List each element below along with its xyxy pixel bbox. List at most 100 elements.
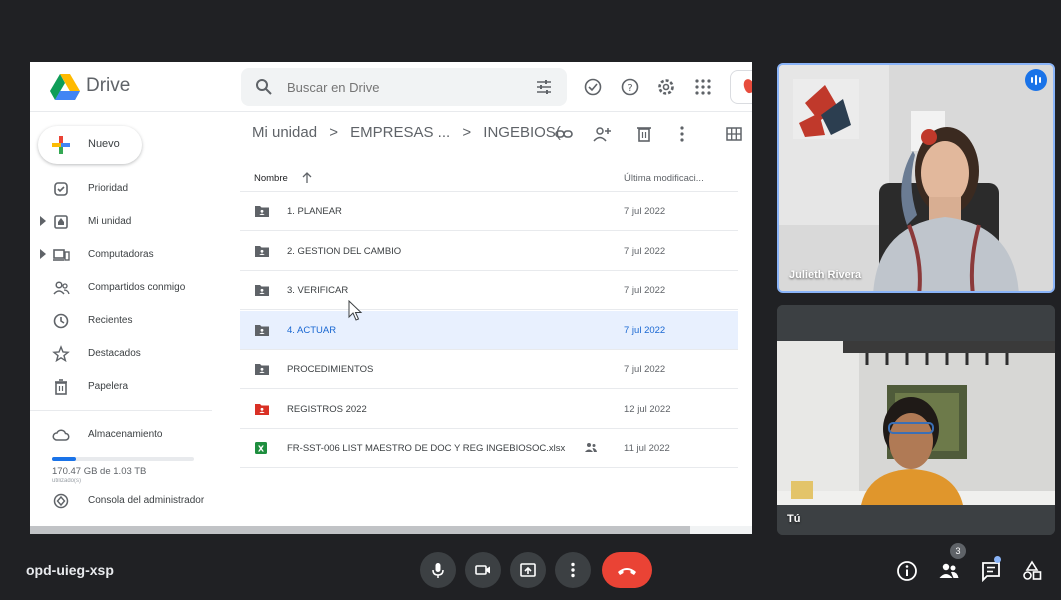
participant-tile-speaking[interactable]: Julieth Rivera [777,63,1055,293]
svg-text:?: ? [627,83,632,94]
column-name-header[interactable]: Nombre [254,173,288,184]
settings-gear-icon[interactable] [656,77,676,97]
horizontal-scrollbar[interactable] [30,526,752,534]
more-vertical-icon[interactable] [672,124,692,144]
mouse-cursor-icon [348,300,363,321]
new-button[interactable]: Nuevo [38,126,142,164]
shared-people-icon [585,443,597,452]
meet-window: Drive Buscar en Drive ? Nuevo Prioridad … [0,0,1061,600]
computer-icon [53,249,70,261]
breadcrumb-separator: > [462,124,472,141]
storage-progress-bar [52,457,194,461]
shared-folder-icon [255,245,269,257]
microphone-button[interactable] [420,552,456,588]
camera-button[interactable] [465,552,501,588]
expand-arrow-icon[interactable] [40,216,46,226]
nav-label: Prioridad [88,183,129,194]
storage-used-subtext: utilizado(s) [52,478,82,484]
nav-item-papelera[interactable]: Papelera [30,372,230,402]
meeting-info-icon[interactable] [896,560,918,582]
self-video [777,305,1055,535]
file-row[interactable]: 3. VERIFICAR 7 jul 2022 [240,271,738,310]
speaking-indicator-icon [1025,69,1047,91]
file-name: PROCEDIMIENTOS [287,364,374,375]
file-row[interactable]: PROCEDIMIENTOS 7 jul 2022 [240,350,738,389]
nav-item-mi-unidad[interactable]: Mi unidad [30,207,230,237]
file-row[interactable]: X FR-SST-006 LIST MAESTRO DE DOC Y REG IN… [240,429,738,468]
file-name: REGISTROS 2022 [287,403,367,415]
scrollbar-thumb[interactable] [30,526,690,534]
file-modified-date: 7 jul 2022 [624,364,666,375]
nav-item-recientes[interactable]: Recientes [30,306,230,336]
nav-item-prioridad[interactable]: Prioridad [30,174,230,204]
storage-used-text: 170.47 GB de 1.03 TB [52,466,147,477]
my-drive-icon [54,215,68,229]
participant-tile-self[interactable]: Tú [777,305,1055,535]
shared-screen-drive: Drive Buscar en Drive ? Nuevo Prioridad … [30,62,752,534]
shared-folder-icon [255,364,269,375]
nav-item-destacados[interactable]: Destacados [30,339,230,369]
nav-item-computadoras[interactable]: Computadoras [30,240,230,270]
file-row[interactable]: 1. PLANEAR 7 jul 2022 [240,192,738,231]
sort-ascending-icon[interactable] [302,172,312,183]
file-modified-date: 7 jul 2022 [624,245,666,257]
account-logo-icon [741,77,752,95]
file-name: 4. ACTUAR [287,324,337,336]
breadcrumb-current-folder[interactable]: INGEBIOS( [483,124,561,141]
activities-icon[interactable] [1021,560,1043,582]
add-person-icon[interactable] [592,124,612,144]
cloud-icon [52,429,70,441]
breadcrumb-empresas[interactable]: EMPRESAS ... [350,124,450,141]
chat-icon[interactable] [980,560,1002,582]
expand-arrow-icon[interactable] [40,249,46,259]
column-modified-header[interactable]: Última modificaci... [624,173,704,184]
nav-label: Recientes [88,315,133,326]
file-name: 1. PLANEAR [287,206,342,217]
nav-label: Mi unidad [88,216,132,227]
account-avatar[interactable] [730,70,752,104]
check-circle-icon [54,182,68,196]
file-modified-date: 12 jul 2022 [624,403,671,415]
apps-grid-icon[interactable] [693,77,713,97]
file-row[interactable]: 2. GESTION DEL CAMBIO 7 jul 2022 [240,232,738,271]
search-icon[interactable] [255,78,273,96]
link-icon[interactable] [554,124,574,144]
trash-icon[interactable] [634,124,654,144]
grid-view-icon[interactable] [724,124,744,144]
file-row[interactable]: 4. ACTUAR 7 jul 2022 [240,310,738,350]
breadcrumb-my-drive[interactable]: Mi unidad [252,124,317,141]
help-icon[interactable]: ? [620,77,640,97]
red-shared-folder-icon [255,403,269,415]
search-options-icon[interactable] [535,78,553,96]
present-screen-icon [520,563,536,577]
nav-item-almacenamiento[interactable]: Almacenamiento [30,420,230,450]
search-input[interactable] [287,77,507,97]
drive-logo-icon[interactable] [50,74,80,100]
nav-label: Destacados [88,348,141,359]
file-row[interactable]: REGISTROS 2022 12 jul 2022 [240,390,738,429]
file-name: 3. VERIFICAR [287,285,349,296]
participant-video [779,65,1053,291]
more-vertical-icon [571,562,575,578]
breadcrumb: Mi unidad > EMPRESAS ... > INGEBIOS( [252,124,569,148]
leave-call-button[interactable] [602,552,652,588]
meeting-code[interactable]: opd-uieg-xsp [26,562,114,578]
nav-item-admin-console[interactable]: Consola del administrador [30,486,230,516]
shared-people-icon [53,281,70,295]
nav-item-compartidos[interactable]: Compartidos conmigo [30,273,230,303]
more-options-button[interactable] [555,552,591,588]
storage-progress-fill [52,457,77,461]
plus-icon [52,136,70,154]
file-modified-date: 7 jul 2022 [624,324,666,336]
nav-label: Almacenamiento [88,429,163,440]
present-screen-button[interactable] [510,552,546,588]
new-button-label: Nuevo [88,138,120,150]
shared-folder-icon [255,285,269,296]
people-icon[interactable] [938,560,960,582]
search-bar[interactable] [241,68,567,106]
hang-up-phone-icon [618,568,636,575]
offline-ready-icon[interactable] [583,77,603,97]
shared-folder-icon [255,206,269,217]
camera-icon [475,565,490,575]
star-icon [52,345,70,363]
